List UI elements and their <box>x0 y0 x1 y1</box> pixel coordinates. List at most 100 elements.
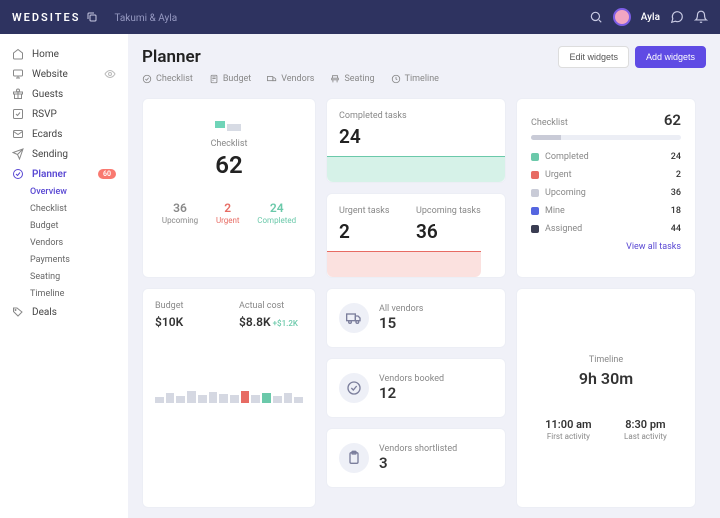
all-vendors-card[interactable]: All vendors15 <box>326 288 506 348</box>
tab-checklist[interactable]: Checklist <box>142 74 193 84</box>
checklist-chart-icon <box>211 121 247 129</box>
legend-label: Mine <box>545 206 565 216</box>
vendors-stack: All vendors15 Vendors booked12 Vendors s… <box>326 288 506 488</box>
urgent-value: 2 <box>339 220 416 243</box>
send-icon <box>12 148 24 160</box>
legend-urgent[interactable]: Urgent2 <box>531 166 681 184</box>
timeline-title: Timeline <box>529 355 683 365</box>
last-time: 8:30 pm <box>624 418 667 431</box>
search-input[interactable]: Takumi & Ayla <box>114 11 578 24</box>
chair-icon <box>330 74 340 84</box>
monitor-icon <box>12 68 24 80</box>
brand-logo[interactable]: WEDSITES <box>12 11 98 24</box>
view-all-link[interactable]: View all tasks <box>531 242 681 252</box>
legend-dot-icon <box>531 207 539 215</box>
spark-green-icon <box>327 156 505 182</box>
all-vendors-value: 15 <box>379 314 423 332</box>
stat-urgent: 2Urgent <box>216 201 240 225</box>
sidebar-item-planner[interactable]: Planner60 <box>0 164 128 184</box>
sub-item-budget[interactable]: Budget <box>30 218 128 234</box>
booked-value: 12 <box>379 384 444 402</box>
chat-icon[interactable] <box>670 10 684 24</box>
legend-completed[interactable]: Completed24 <box>531 148 681 166</box>
sidebar-item-guests[interactable]: Guests <box>0 84 128 104</box>
legend-value: 18 <box>671 206 681 216</box>
nav-label: Home <box>32 49 59 60</box>
tab-timeline[interactable]: Timeline <box>391 74 439 84</box>
copy-icon <box>86 11 98 23</box>
legend-dot-icon <box>531 153 539 161</box>
sub-item-checklist[interactable]: Checklist <box>30 201 128 217</box>
main-content: Planner Edit widgets Add widgets Checkli… <box>128 34 720 518</box>
stat-label: Urgent <box>216 216 240 225</box>
checklist-list-card[interactable]: Checklist 62 Completed24Urgent2Upcoming3… <box>516 98 696 278</box>
legend-upcoming[interactable]: Upcoming36 <box>531 184 681 202</box>
sub-item-timeline[interactable]: Timeline <box>30 286 128 302</box>
stat-upcoming: 36Upcoming <box>162 201 198 225</box>
sidebar-item-sending[interactable]: Sending <box>0 144 128 164</box>
truck-icon <box>267 74 277 84</box>
nav-label: Guests <box>32 89 63 100</box>
checklist-label: Checklist <box>211 139 248 149</box>
legend-dot-icon <box>531 225 539 233</box>
sidebar-item-ecards[interactable]: Ecards <box>0 124 128 144</box>
timeline-duration: 9h 30m <box>529 369 683 388</box>
tab-label: Checklist <box>156 74 193 84</box>
list-title: Checklist <box>531 118 568 128</box>
checklist-total: 62 <box>215 151 242 179</box>
stat-num: 2 <box>216 201 240 215</box>
avatar[interactable] <box>613 8 631 26</box>
sub-item-overview[interactable]: Overview <box>30 184 128 200</box>
search-icon[interactable] <box>589 10 603 24</box>
budget-bars-chart <box>155 383 303 403</box>
completed-tasks-card[interactable]: Completed tasks 24 <box>326 98 506 183</box>
bell-icon[interactable] <box>694 10 708 24</box>
sidebar-item-website[interactable]: Website <box>0 64 128 84</box>
timeline-card[interactable]: Timeline 9h 30m 11:00 amFirst activity 8… <box>516 288 696 508</box>
short-value: 3 <box>379 454 457 472</box>
budget-value: $10K <box>155 315 219 329</box>
actual-value: $8.8K <box>239 315 271 329</box>
topbar: WEDSITES Takumi & Ayla Ayla <box>0 0 720 34</box>
user-name[interactable]: Ayla <box>641 12 660 23</box>
edit-widgets-button[interactable]: Edit widgets <box>558 46 629 68</box>
legend-value: 2 <box>676 170 681 180</box>
tab-label: Timeline <box>405 74 439 84</box>
sub-item-vendors[interactable]: Vendors <box>30 235 128 251</box>
legend-mine[interactable]: Mine 18 <box>531 202 681 220</box>
urgent-upcoming-card[interactable]: Urgent tasks 2 Upcoming tasks 36 <box>326 193 506 278</box>
page-title: Planner <box>142 47 201 67</box>
legend-label: Upcoming <box>545 188 586 198</box>
vendors-booked-card[interactable]: Vendors booked12 <box>326 358 506 418</box>
budget-delta: +$1.2K <box>273 319 298 328</box>
tab-vendors[interactable]: Vendors <box>267 74 314 84</box>
check-circle-icon <box>339 373 369 403</box>
progress-bar <box>531 135 681 140</box>
first-time: 11:00 am <box>545 418 591 431</box>
badge: 60 <box>98 169 116 179</box>
tab-budget[interactable]: Budget <box>209 74 251 84</box>
vendors-shortlisted-card[interactable]: Vendors shortlisted3 <box>326 428 506 488</box>
list-total: 62 <box>664 111 681 129</box>
tag-icon <box>12 306 24 318</box>
sidebar-item-deals[interactable]: Deals <box>0 302 128 322</box>
sub-item-seating[interactable]: Seating <box>30 269 128 285</box>
checklist-card[interactable]: Checklist 62 36Upcoming 2Urgent 24Complete… <box>142 98 316 278</box>
stat-completed: 24Completed <box>257 201 296 225</box>
home-icon <box>12 48 24 60</box>
budget-card[interactable]: Budget $10K Actual cost $8.8K+$1.2K <box>142 288 316 508</box>
sidebar-item-rsvp[interactable]: RSVP <box>0 104 128 124</box>
clock-icon <box>391 74 401 84</box>
legend-assigned[interactable]: Assigned44 <box>531 220 681 238</box>
add-widgets-button[interactable]: Add widgets <box>635 46 706 68</box>
legend-dot-icon <box>531 189 539 197</box>
stat-num: 24 <box>257 201 296 215</box>
budget-label: Budget <box>155 301 219 311</box>
brand-text: WEDSITES <box>12 11 80 24</box>
spark-red-icon <box>327 251 481 277</box>
sidebar-item-home[interactable]: Home <box>0 44 128 64</box>
upcoming-label: Upcoming tasks <box>416 206 493 216</box>
tab-seating[interactable]: Seating <box>330 74 374 84</box>
sub-item-payments[interactable]: Payments <box>30 252 128 268</box>
legend-value: 24 <box>671 152 681 162</box>
